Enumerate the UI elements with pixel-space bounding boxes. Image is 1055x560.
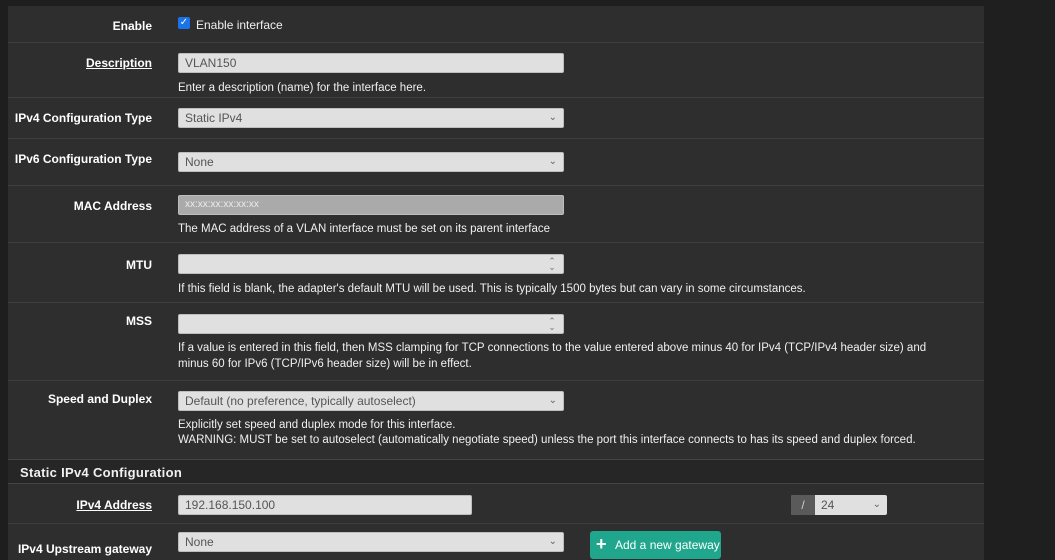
ipv6-type-label: IPv6 Configuration Type bbox=[14, 152, 152, 166]
mac-help: The MAC address of a VLAN interface must… bbox=[178, 223, 551, 235]
mac-row: MAC Address xx:xx:xx:xx:xx:xx The MAC ad… bbox=[8, 186, 984, 243]
ipv4-type-select[interactable]: Static IPv4 ⌄ bbox=[178, 108, 564, 128]
ipv4-address-input[interactable]: 192.168.150.100 bbox=[178, 495, 472, 515]
cidr-select[interactable]: 24 ⌄ bbox=[815, 495, 887, 515]
enable-label: Enable bbox=[112, 19, 152, 33]
chevron-down-icon: ⌄ bbox=[548, 395, 557, 406]
mtu-label: MTU bbox=[126, 258, 152, 272]
chevron-down-icon: ⌄ bbox=[548, 112, 557, 123]
right-sidebar-background bbox=[984, 0, 1055, 560]
speed-help-line1: Explicitly set speed and duplex mode for… bbox=[178, 419, 456, 431]
mac-label: MAC Address bbox=[73, 199, 152, 213]
ipv4-gateway-select[interactable]: None ⌄ bbox=[178, 532, 564, 552]
mss-label: MSS bbox=[125, 314, 152, 328]
ipv4-address-row: IPv4 Address 192.168.150.100 / 24 ⌄ bbox=[8, 484, 984, 524]
mss-help-line2: minus 60 for IPv6 (TCP/IPv6 header size)… bbox=[178, 358, 472, 370]
ipv4-type-label: IPv4 Configuration Type bbox=[14, 111, 152, 125]
mac-input[interactable]: xx:xx:xx:xx:xx:xx bbox=[178, 195, 564, 215]
enable-interface-label[interactable]: Enable interface bbox=[196, 18, 283, 32]
spinner-arrows-icon[interactable]: ⌃ ⌄ bbox=[548, 317, 556, 332]
cidr-value: 24 bbox=[821, 498, 835, 512]
cidr-group: / 24 ⌄ bbox=[791, 495, 887, 515]
plus-icon: + bbox=[596, 534, 607, 554]
chevron-down-icon: ⌄ bbox=[548, 156, 557, 167]
mss-row: MSS ⌃ ⌄ If a value is entered in this fie… bbox=[8, 303, 984, 381]
description-help: Enter a description (name) for the inter… bbox=[178, 82, 427, 94]
interface-config-panel: Enable ✓ Enable interface Description VL… bbox=[8, 6, 984, 560]
description-row: Description VLAN150 Enter a description … bbox=[8, 43, 984, 98]
static-ipv4-section-header: Static IPv4 Configuration bbox=[8, 459, 984, 484]
section-title: Static IPv4 Configuration bbox=[20, 465, 183, 480]
check-icon[interactable]: ✓ bbox=[178, 17, 190, 29]
ipv4-type-value: Static IPv4 bbox=[185, 111, 243, 125]
mtu-input[interactable]: ⌃ ⌄ bbox=[178, 254, 564, 274]
enable-row: Enable ✓ Enable interface bbox=[8, 6, 984, 43]
mss-input[interactable]: ⌃ ⌄ bbox=[178, 314, 564, 334]
mtu-help: If this field is blank, the adapter's de… bbox=[178, 283, 806, 295]
ipv4-gateway-value: None bbox=[185, 535, 214, 549]
ipv4-type-row: IPv4 Configuration Type Static IPv4 ⌄ bbox=[8, 98, 984, 139]
ipv6-type-value: None bbox=[185, 155, 214, 169]
description-input[interactable]: VLAN150 bbox=[178, 53, 564, 73]
speed-help-line2: WARNING: MUST be set to autoselect (auto… bbox=[178, 434, 916, 446]
mss-help-line1: If a value is entered in this field, the… bbox=[178, 342, 927, 354]
mtu-row: MTU ⌃ ⌄ If this field is blank, the adapt… bbox=[8, 243, 984, 303]
ipv4-gateway-label: IPv4 Upstream gateway bbox=[17, 542, 152, 556]
ipv4-address-label[interactable]: IPv4 Address bbox=[76, 498, 152, 512]
ipv4-gateway-row: IPv4 Upstream gateway None ⌄ + Add a new… bbox=[8, 524, 984, 560]
ipv6-type-select[interactable]: None ⌄ bbox=[178, 152, 564, 172]
speed-duplex-value: Default (no preference, typically autose… bbox=[185, 394, 416, 408]
speed-duplex-select[interactable]: Default (no preference, typically autose… bbox=[178, 391, 564, 411]
slash-separator: / bbox=[791, 495, 815, 515]
speed-duplex-label: Speed and Duplex bbox=[47, 392, 152, 406]
add-gateway-button[interactable]: + Add a new gateway bbox=[590, 531, 721, 559]
spinner-arrows-icon[interactable]: ⌃ ⌄ bbox=[548, 257, 556, 272]
chevron-down-icon: ⌄ bbox=[548, 536, 557, 547]
description-label[interactable]: Description bbox=[86, 56, 152, 70]
add-gateway-label: Add a new gateway bbox=[615, 538, 720, 552]
ipv6-type-row: IPv6 Configuration Type None ⌄ bbox=[8, 139, 984, 186]
speed-duplex-row: Speed and Duplex Default (no preference,… bbox=[8, 381, 984, 459]
chevron-down-icon: ⌄ bbox=[872, 499, 881, 510]
